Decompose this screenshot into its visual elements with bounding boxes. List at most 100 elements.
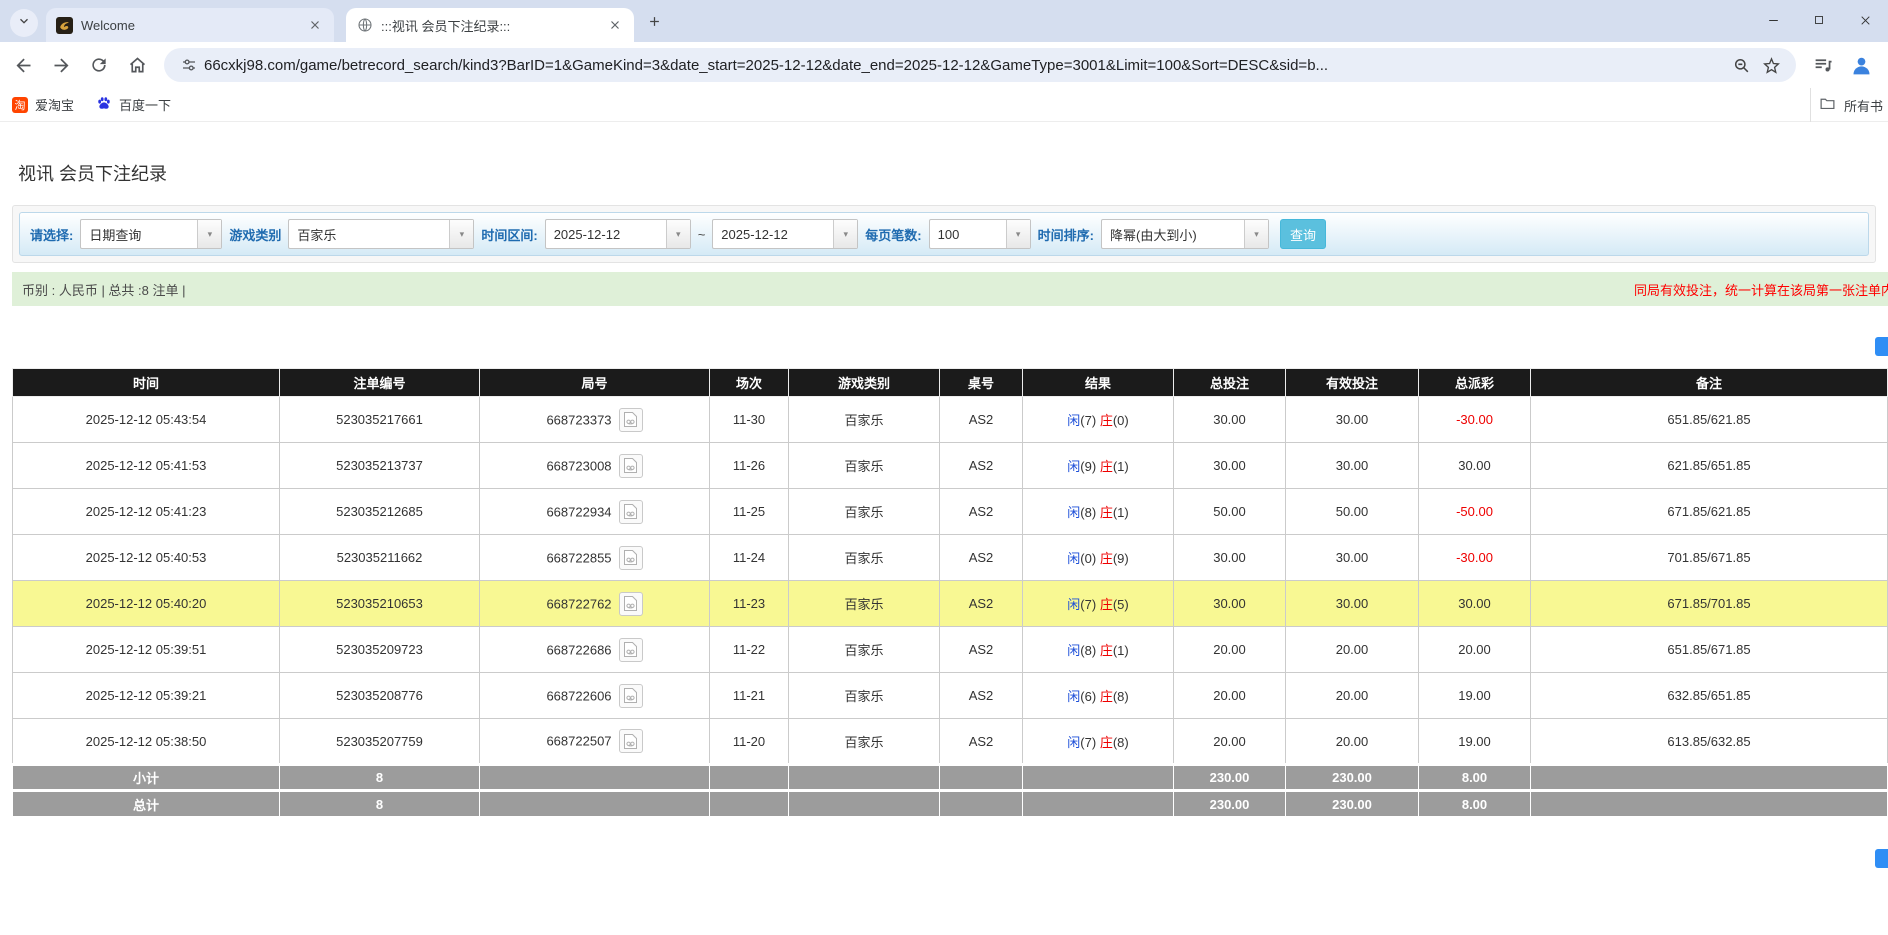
- table-subtotal-row: 小计8230.00230.008.00: [13, 765, 1888, 791]
- minimize-icon[interactable]: [1750, 0, 1796, 40]
- home-icon[interactable]: [120, 48, 154, 82]
- chevron-down-icon: [17, 14, 31, 33]
- floating-widget[interactable]: [1875, 337, 1888, 356]
- subtotal-empty-cell: [480, 765, 710, 791]
- page-size-label: 每页笔数:: [865, 225, 921, 244]
- column-header: 总投注: [1174, 369, 1286, 397]
- subtotal-empty-cell: [789, 765, 940, 791]
- cell-session: 11-26: [710, 443, 789, 489]
- bookmark-baidu[interactable]: 百度一下: [96, 95, 171, 114]
- cell-game-type: 百家乐: [789, 489, 940, 535]
- video-replay-icon[interactable]: [619, 500, 643, 524]
- subtotal-empty-cell: [710, 765, 789, 791]
- star-icon[interactable]: [1756, 50, 1786, 80]
- total-empty-cell: [1531, 791, 1888, 817]
- column-header: 局号: [480, 369, 710, 397]
- bookmark-label: 百度一下: [119, 95, 171, 114]
- plus-icon: [647, 14, 662, 34]
- cell-result: 闲(9) 庄(1): [1023, 443, 1174, 489]
- banker-result-label: 庄: [1100, 735, 1113, 750]
- date-start-select[interactable]: 2025-12-12 ▾: [545, 219, 691, 249]
- url-bar[interactable]: 66cxkj98.com/game/betrecord_search/kind3…: [164, 48, 1796, 82]
- date-start-value: 2025-12-12: [546, 227, 666, 242]
- cell-bet-id: 523035207759: [280, 719, 480, 765]
- player-result-label: 闲: [1067, 597, 1080, 612]
- chevron-down-icon[interactable]: ▾: [1006, 220, 1030, 248]
- media-controls-icon[interactable]: [1806, 48, 1840, 82]
- new-tab-button[interactable]: [640, 10, 668, 38]
- banker-result-label: 庄: [1100, 413, 1113, 428]
- video-replay-icon[interactable]: [619, 729, 643, 753]
- reload-icon[interactable]: [82, 48, 116, 82]
- game-type-select[interactable]: 百家乐 ▾: [288, 219, 474, 249]
- select-mode-label: 请选择:: [30, 225, 73, 244]
- banker-result-score: (0): [1113, 413, 1129, 428]
- cell-time: 2025-12-12 05:41:23: [13, 489, 280, 535]
- cell-round: 668722855: [480, 535, 710, 581]
- video-replay-icon[interactable]: [619, 546, 643, 570]
- baidu-favicon: [96, 95, 112, 114]
- cell-bet-id: 523035212685: [280, 489, 480, 535]
- all-bookmarks-button[interactable]: 所有书: [1810, 88, 1888, 122]
- query-mode-select[interactable]: 日期查询 ▾: [80, 219, 222, 249]
- maximize-icon[interactable]: [1796, 0, 1842, 40]
- cell-payout: -30.00: [1419, 535, 1531, 581]
- search-button[interactable]: 查询: [1280, 219, 1326, 249]
- tab-close-icon[interactable]: [306, 16, 324, 34]
- cell-game-type: 百家乐: [789, 627, 940, 673]
- subtotal-empty-cell: [940, 765, 1023, 791]
- chevron-down-icon[interactable]: ▾: [197, 220, 221, 248]
- video-replay-icon[interactable]: [619, 592, 643, 616]
- cell-result: 闲(0) 庄(9): [1023, 535, 1174, 581]
- video-replay-icon[interactable]: [619, 638, 643, 662]
- date-end-select[interactable]: 2025-12-12 ▾: [712, 219, 858, 249]
- floating-widget[interactable]: [1875, 849, 1888, 868]
- page-size-select[interactable]: 100 ▾: [929, 219, 1031, 249]
- column-header: 场次: [710, 369, 789, 397]
- range-tilde: ~: [698, 227, 706, 242]
- video-replay-icon[interactable]: [619, 408, 643, 432]
- cell-payout: 19.00: [1419, 673, 1531, 719]
- cell-table-no: AS2: [940, 443, 1023, 489]
- forward-icon[interactable]: [44, 48, 78, 82]
- sort-select[interactable]: 降幂(由大到小) ▾: [1101, 219, 1269, 249]
- cell-valid-bet: 20.00: [1286, 673, 1419, 719]
- tab-welcome[interactable]: Welcome: [46, 8, 334, 42]
- column-header: 总派彩: [1419, 369, 1531, 397]
- player-result-label: 闲: [1067, 459, 1080, 474]
- cell-session: 11-21: [710, 673, 789, 719]
- cell-payout: 30.00: [1419, 443, 1531, 489]
- table-row: 2025-12-12 05:39:21523035208776668722606…: [13, 673, 1888, 719]
- total-payout: 8.00: [1419, 791, 1531, 817]
- url-text[interactable]: 66cxkj98.com/game/betrecord_search/kind3…: [204, 57, 1726, 74]
- tab-search-button[interactable]: [10, 9, 38, 37]
- chevron-down-icon[interactable]: ▾: [1244, 220, 1268, 248]
- zoom-icon[interactable]: [1726, 50, 1756, 80]
- column-header: 桌号: [940, 369, 1023, 397]
- filter-bar: 请选择: 日期查询 ▾ 游戏类别 百家乐 ▾ 时间区间: 2025-12-12 …: [19, 212, 1869, 256]
- site-settings-icon[interactable]: [174, 50, 204, 80]
- cell-time: 2025-12-12 05:39:21: [13, 673, 280, 719]
- round-number: 668722934: [546, 504, 611, 519]
- total-empty-cell: [940, 791, 1023, 817]
- tab-close-icon[interactable]: [606, 16, 624, 34]
- round-number: 668722762: [546, 596, 611, 611]
- tab-bet-records[interactable]: :::视讯 会员下注纪录:::: [346, 8, 634, 42]
- cell-round: 668722934: [480, 489, 710, 535]
- close-icon[interactable]: [1842, 0, 1888, 40]
- profile-avatar[interactable]: [1844, 48, 1878, 82]
- cell-total-bet: 30.00: [1174, 581, 1286, 627]
- cell-game-type: 百家乐: [789, 397, 940, 443]
- chevron-down-icon[interactable]: ▾: [666, 220, 690, 248]
- subtotal-total-bet: 230.00: [1174, 765, 1286, 791]
- chevron-down-icon[interactable]: ▾: [833, 220, 857, 248]
- video-replay-icon[interactable]: [619, 454, 643, 478]
- chevron-down-icon[interactable]: ▾: [449, 220, 473, 248]
- summary-notice: 同局有效投注，统一计算在该局第一张注单内: [1634, 280, 1888, 299]
- cell-game-type: 百家乐: [789, 581, 940, 627]
- back-icon[interactable]: [6, 48, 40, 82]
- bookmark-taobao[interactable]: 淘 爱淘宝: [12, 95, 74, 114]
- total-empty-cell: [480, 791, 710, 817]
- video-replay-icon[interactable]: [619, 684, 643, 708]
- round-number: 668722686: [546, 642, 611, 657]
